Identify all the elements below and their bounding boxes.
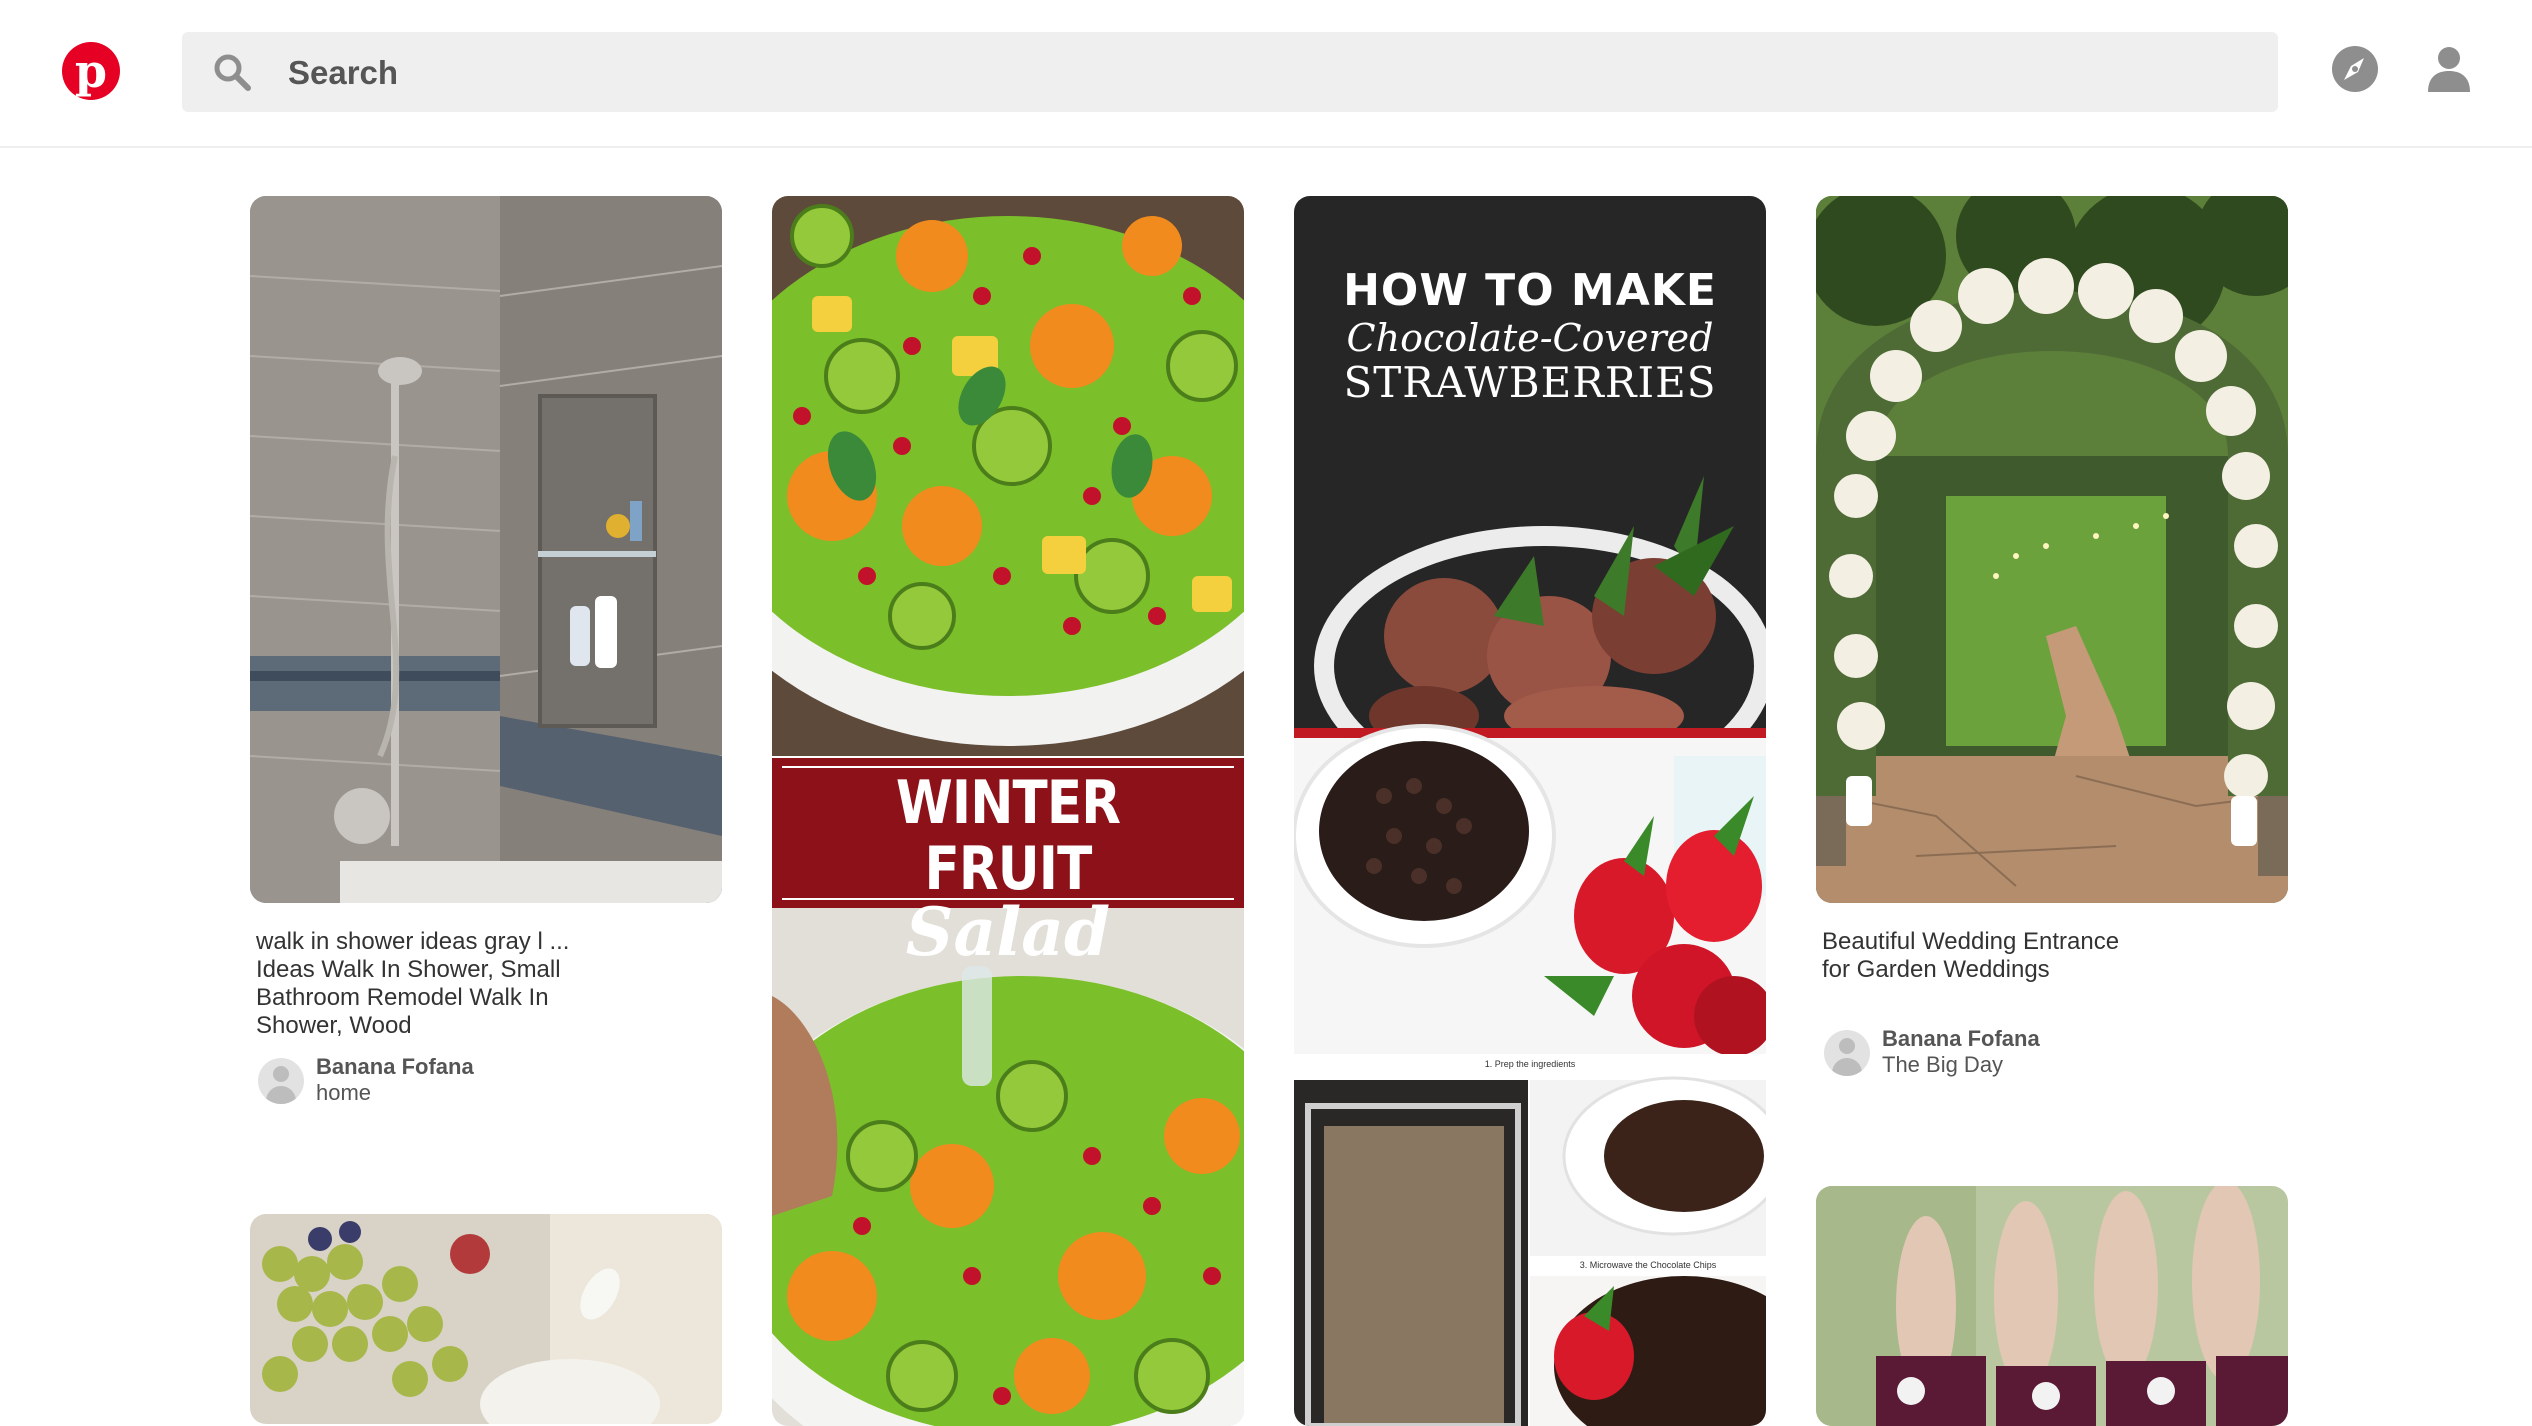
search-input[interactable]	[286, 42, 2240, 104]
banner-title: WINTER FRUIT	[895, 768, 1121, 904]
pin-description[interactable]: walk in shower ideas gray l ... Ideas Wa…	[256, 928, 576, 1040]
avatar[interactable]	[258, 1058, 304, 1104]
top-bar: p	[0, 0, 2532, 148]
pinner-name[interactable]: Banana Fofana	[1882, 1026, 2040, 1052]
search-bar[interactable]	[182, 32, 2278, 112]
avatar[interactable]	[1824, 1030, 1870, 1076]
title-line-3: STRAWBERRIES	[1343, 358, 1717, 407]
bridesmaids-photo	[1816, 1186, 2288, 1426]
strawberries-title-block: HOW TO MAKE Chocolate-Covered STRAWBERRI…	[1294, 266, 1766, 406]
pin-image-shower[interactable]	[250, 196, 722, 903]
pin-image-grapes[interactable]	[250, 1214, 722, 1424]
step-caption-3: 3. Microwave the Chocolate Chips	[1579, 1260, 1717, 1270]
wedding-arch-photo	[1816, 196, 2288, 903]
title-line-1: HOW TO MAKE	[1343, 265, 1717, 316]
board-name[interactable]: home	[316, 1080, 371, 1106]
pin-meta-shower: walk in shower ideas gray l ... Ideas Wa…	[256, 928, 576, 1040]
pin-image-chocolate-strawberries[interactable]: HOW TO MAKE Chocolate-Covered STRAWBERRI…	[1294, 196, 1766, 1426]
pin-image-bridesmaids[interactable]	[1816, 1186, 2288, 1426]
board-name[interactable]: The Big Day	[1882, 1052, 2003, 1078]
winter-fruit-banner: WINTER FRUIT Salad	[772, 768, 1244, 965]
search-icon	[214, 54, 251, 91]
pinterest-logo[interactable]: p	[62, 42, 120, 100]
pinner-attribution[interactable]: Banana Fofana The Big Day	[1822, 1026, 2122, 1082]
pin-image-wedding-entrance[interactable]	[1816, 196, 2288, 903]
logo-letter: p	[74, 44, 108, 98]
pinner-name[interactable]: Banana Fofana	[316, 1054, 474, 1080]
step-caption-1: 1. Prep the ingredients	[1484, 1059, 1576, 1069]
title-line-2: Chocolate-Covered	[1346, 316, 1714, 360]
grapes-photo	[250, 1214, 722, 1424]
pin-image-winter-fruit-salad[interactable]: WINTER FRUIT Salad	[772, 196, 1244, 1426]
pin-description[interactable]: Beautiful Wedding Entrance for Garden We…	[1822, 928, 2122, 984]
pin-meta-wedding: Beautiful Wedding Entrance for Garden We…	[1822, 928, 2122, 984]
banner-subtitle: Salad	[905, 893, 1111, 971]
pinner-attribution[interactable]: Banana Fofana home	[256, 1054, 556, 1110]
compass-icon[interactable]	[2330, 44, 2380, 94]
user-icon[interactable]	[2424, 44, 2474, 94]
shower-photo	[250, 196, 722, 903]
